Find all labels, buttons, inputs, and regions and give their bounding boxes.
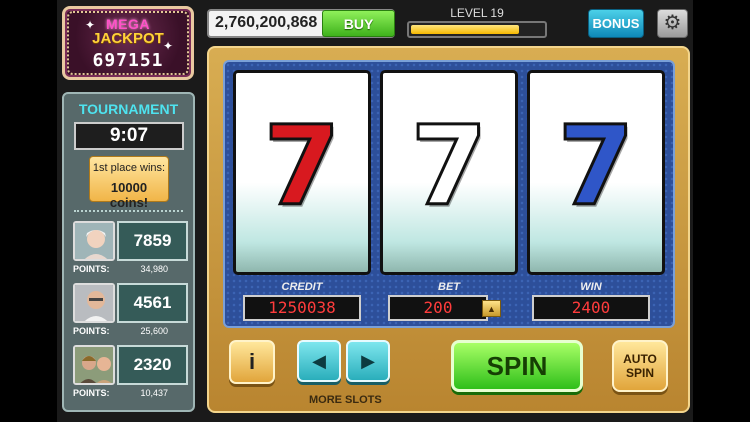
prize-info: 1st place wins: 10000 coins! (89, 156, 169, 210)
points-label: POINTS: (73, 388, 110, 398)
reel-2: 7 (380, 70, 518, 275)
buy-button[interactable]: BUY (322, 10, 395, 37)
credit-label: CREDIT (281, 281, 323, 293)
entry-score: 4561 (117, 283, 188, 323)
avatar (73, 283, 115, 323)
points-label: POINTS: (73, 264, 110, 274)
points-value: 25,600 (140, 326, 168, 336)
spin-button[interactable]: SPIN (451, 340, 583, 392)
level-progress-fill (411, 25, 520, 34)
prev-slot-button[interactable]: ◀ (297, 340, 341, 382)
reel-3: 7 (527, 70, 665, 275)
avatar (73, 345, 115, 385)
coin-balance-value: 2,760,200,868 (215, 14, 318, 31)
seven-symbol-white: 7 (409, 102, 489, 230)
prize-line1: 1st place wins: (92, 162, 166, 174)
leaderboard-entry[interactable]: 4561 POINTS: 25,600 (73, 283, 188, 336)
auto-spin-line1: AUTO (623, 352, 657, 366)
level-label: LEVEL 19 (450, 6, 504, 20)
points-label: POINTS: (73, 326, 110, 336)
points-value: 10,437 (140, 388, 168, 398)
entry-score: 2320 (117, 345, 188, 385)
prize-line2: 10000 coins! (109, 180, 149, 210)
jackpot-amount: 697151 (92, 50, 164, 71)
info-button[interactable]: i (229, 340, 275, 384)
auto-spin-line2: SPIN (625, 366, 654, 380)
bet-increase-icon[interactable]: ▲ (482, 300, 501, 317)
entry-score: 7859 (117, 221, 188, 261)
win-display: 2400 (532, 295, 650, 321)
seven-symbol-blue: 7 (556, 102, 636, 230)
gear-icon[interactable]: ⚙ (657, 9, 688, 38)
credit-display: 1250038 (243, 295, 361, 321)
reel-1: 7 (233, 70, 371, 275)
divider (74, 210, 183, 212)
tournament-title: TOURNAMENT (78, 101, 179, 117)
bet-display: 200 (388, 295, 488, 321)
slot-machine: 7 7 7 CREDIT 1250038 BET 200 ▲ WIN 2400 … (207, 46, 690, 413)
win-label: WIN (580, 281, 602, 293)
leaderboard-entry[interactable]: 2320 POINTS: 10,437 (73, 345, 188, 398)
mega-jackpot-banner: ✦ ✦ MEGA JACKPOT 697151 (62, 6, 194, 80)
tournament-panel: TOURNAMENT 9:07 1st place wins: 10000 co… (62, 92, 195, 412)
tournament-timer: 9:07 (74, 122, 184, 150)
reel-window: 7 7 7 CREDIT 1250038 BET 200 ▲ WIN 2400 (223, 60, 675, 328)
bet-label: BET (438, 281, 460, 293)
avatar (73, 221, 115, 261)
auto-spin-button[interactable]: AUTO SPIN (612, 340, 668, 392)
slot-game-screen: ✦ ✦ MEGA JACKPOT 697151 2,760,200,868 BU… (57, 0, 693, 422)
more-slots-label: MORE SLOTS (309, 394, 382, 406)
leaderboard-entry[interactable]: 7859 POINTS: 34,980 (73, 221, 188, 274)
bonus-button[interactable]: BONUS (588, 9, 644, 38)
level-progress-bar (407, 21, 547, 38)
next-slot-button[interactable]: ▶ (346, 340, 390, 382)
seven-symbol-red: 7 (262, 102, 342, 230)
jackpot-title-line2: JACKPOT (92, 30, 164, 47)
points-value: 34,980 (140, 264, 168, 274)
